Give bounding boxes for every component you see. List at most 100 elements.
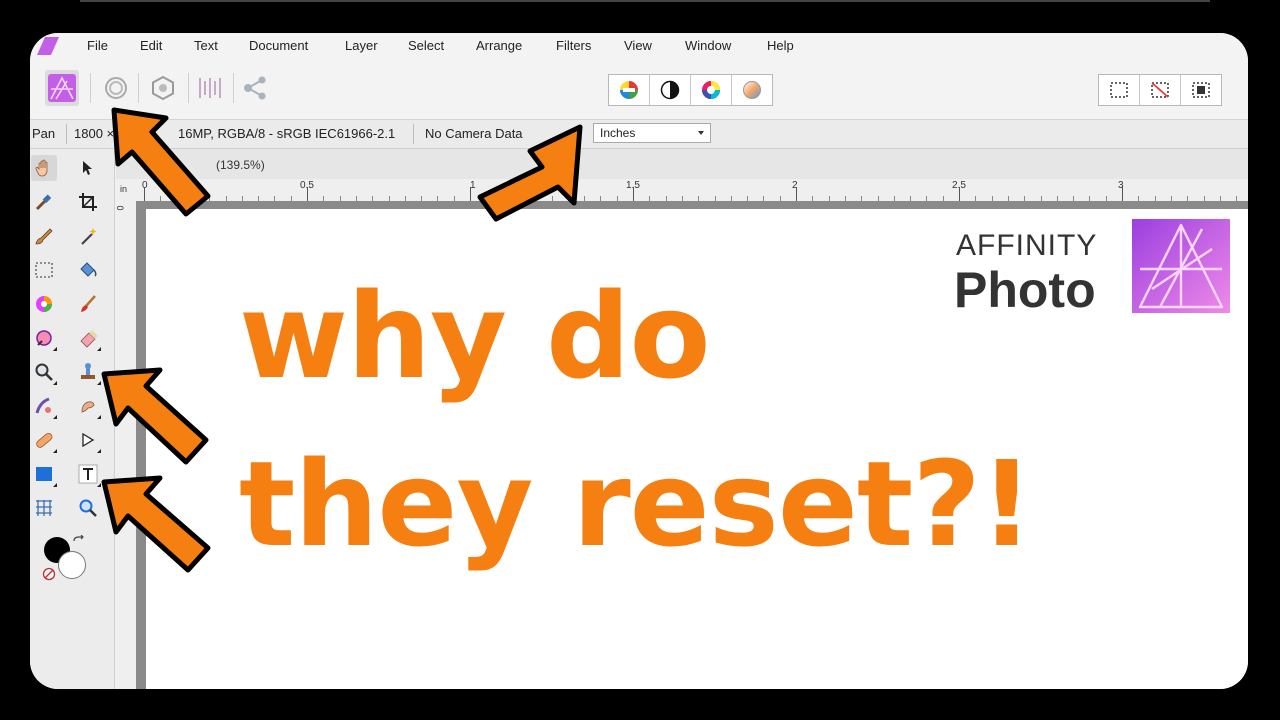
erase-tool[interactable]	[75, 325, 101, 351]
color-wheel-icon	[620, 81, 638, 99]
selection-brush-icon	[35, 228, 53, 245]
text-t-icon	[78, 464, 98, 484]
view-tool[interactable]	[31, 155, 57, 181]
menu-bar: File Edit Text Document Layer Select Arr…	[30, 33, 1248, 59]
deselect-button[interactable]	[1140, 75, 1181, 105]
dodge-icon	[36, 330, 52, 346]
finger-retouch-icon	[81, 401, 95, 413]
headline-line-2: they reset?!	[239, 435, 1034, 573]
toolbar-separator	[233, 73, 234, 103]
color-swatches[interactable]	[42, 535, 94, 585]
menu-help[interactable]: Help	[767, 38, 794, 53]
tone-mapping-persona-icon	[199, 78, 221, 98]
menu-select[interactable]: Select	[408, 38, 444, 53]
document-page[interactable]: why do they reset?! AFFINITY Photo	[146, 209, 1248, 689]
chevron-down-icon	[698, 131, 704, 135]
marquee-tool[interactable]	[31, 257, 57, 283]
liquify-persona-icon	[105, 77, 127, 99]
flyout-indicator	[53, 449, 57, 453]
crop-tool[interactable]	[75, 189, 101, 215]
marquee-icon	[1110, 82, 1128, 98]
toolbar-separator	[90, 73, 91, 103]
gradient-circle-button[interactable]	[732, 75, 772, 105]
bandage-icon	[36, 432, 53, 448]
paint-brush-icon	[81, 295, 96, 312]
mesh-warp-tool[interactable]	[31, 495, 57, 521]
ruler-tick	[1122, 187, 1123, 201]
contrast-icon	[660, 80, 680, 100]
color-tool[interactable]	[31, 291, 57, 317]
callout-arrow-personas	[111, 107, 211, 217]
flyout-indicator	[97, 347, 101, 351]
headline-line-1: why do	[239, 267, 711, 405]
no-color-icon[interactable]	[42, 567, 56, 581]
menu-document[interactable]: Document	[249, 38, 308, 53]
flyout-indicator	[53, 415, 57, 419]
menu-edit[interactable]: Edit	[140, 38, 162, 53]
swap-colors-icon[interactable]	[72, 535, 86, 549]
node-arrow-icon	[82, 432, 95, 448]
contrast-button[interactable]	[650, 75, 691, 105]
menu-filters[interactable]: Filters	[556, 38, 591, 53]
callout-arrow-text-tool	[101, 475, 211, 573]
callout-arrow-clone-tool	[101, 367, 209, 465]
marquee-button[interactable]	[1099, 75, 1140, 105]
clone-stamp-icon	[81, 363, 95, 379]
context-separator	[66, 124, 67, 144]
selection-brush-tool[interactable]	[31, 223, 57, 249]
export-persona-icon	[244, 76, 266, 100]
menu-text[interactable]: Text	[194, 38, 218, 53]
ruler-tick	[959, 187, 960, 201]
affinity-app-icon	[37, 37, 59, 55]
invert-selection-button[interactable]	[1181, 75, 1221, 105]
deselect-icon	[1151, 82, 1169, 98]
canvas-area[interactable]: why do they reset?! AFFINITY Photo	[136, 201, 1248, 689]
zoom-icon	[79, 499, 97, 517]
context-separator	[413, 124, 414, 144]
healing-tool[interactable]	[31, 427, 57, 453]
color-wheel-button[interactable]	[609, 75, 650, 105]
magic-wand-icon	[81, 228, 97, 245]
brand-product: Photo	[954, 262, 1096, 318]
ruler-tick	[633, 187, 634, 201]
toolbar-separator	[188, 73, 189, 103]
color-picker-tool[interactable]	[31, 189, 57, 215]
menu-arrange[interactable]: Arrange	[476, 38, 522, 53]
fill-tool[interactable]	[75, 257, 101, 283]
menu-file[interactable]: File	[87, 38, 108, 53]
hsl-wheel-icon	[702, 81, 720, 99]
menu-layer[interactable]: Layer	[345, 38, 378, 53]
view-mode-group	[608, 74, 773, 106]
eyedropper-icon	[35, 194, 52, 211]
smudge-tool[interactable]	[31, 393, 57, 419]
flood-select-tool[interactable]	[75, 223, 101, 249]
document-tab-bar: (139.5%)	[116, 149, 1248, 180]
crop-icon	[79, 193, 97, 211]
export-persona-button[interactable]	[238, 70, 272, 106]
paint-bucket-icon	[80, 262, 97, 277]
flyout-indicator	[53, 381, 57, 385]
hsl-wheel-button[interactable]	[691, 75, 732, 105]
callout-arrow-units	[477, 124, 583, 222]
smudge-icon	[35, 397, 51, 414]
dodge-tool[interactable]	[31, 325, 57, 351]
hand-icon	[35, 159, 48, 177]
move-tool[interactable]	[75, 155, 101, 181]
secondary-color-swatch[interactable]	[58, 551, 86, 579]
toolbar-separator	[138, 73, 139, 103]
zoom-lens-tool[interactable]	[31, 359, 57, 385]
paint-brush-tool[interactable]	[75, 291, 101, 317]
menu-window[interactable]: Window	[685, 38, 731, 53]
shape-tool[interactable]	[31, 461, 57, 487]
menu-view[interactable]: View	[624, 38, 652, 53]
invert-selection-icon	[1192, 82, 1210, 98]
horizontal-ruler: in 0 0.5 1 1.5 2 2.5 3	[116, 179, 1248, 202]
eraser-icon	[80, 330, 98, 348]
magnifier-icon	[35, 363, 53, 381]
gradient-circle-icon	[743, 81, 761, 99]
selection-group	[1098, 74, 1222, 106]
photo-persona-icon	[48, 74, 76, 102]
units-dropdown[interactable]: Inches	[593, 123, 711, 143]
units-value: Inches	[600, 126, 636, 140]
photo-persona-button[interactable]	[45, 70, 79, 106]
